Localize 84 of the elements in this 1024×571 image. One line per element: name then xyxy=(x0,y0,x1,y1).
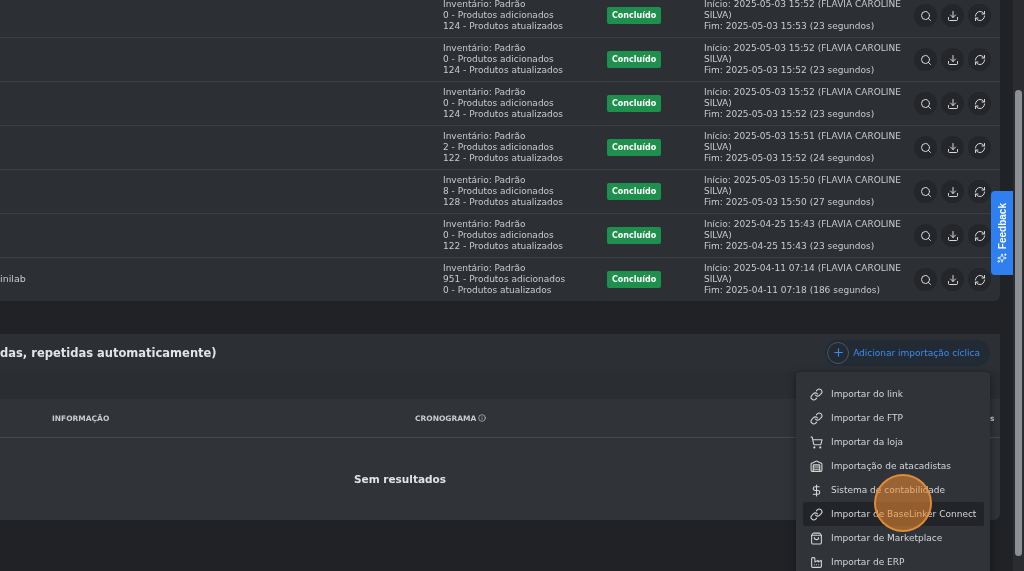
download-icon xyxy=(946,273,959,286)
refresh-icon xyxy=(973,185,986,198)
dollar-icon xyxy=(810,483,823,497)
table-cell-text: Inventário: Padrão 0 - Produtos adicionados 124 - Produtos atualizados xyxy=(443,0,564,33)
status-badge: Concluído xyxy=(607,138,662,157)
search-button[interactable] xyxy=(914,224,937,247)
refresh-button[interactable] xyxy=(968,92,991,115)
menu-item[interactable]: Importar da loja xyxy=(803,430,984,454)
table-cell-text: Início: 2025-04-11 07:14 (FLAVIA CAROLINE SILVA) Fim: 2025-04-11 07:18 (186 segundos) xyxy=(704,262,902,297)
download-button[interactable] xyxy=(941,4,964,27)
search-button[interactable] xyxy=(914,180,937,203)
menu-item[interactable]: Importar de ERP xyxy=(803,550,984,571)
refresh-button[interactable] xyxy=(968,224,991,247)
table-cell-text: Inventário: Padrão 0 - Produtos adicionados 124 - Produtos atualizados xyxy=(443,42,564,77)
download-button[interactable] xyxy=(941,180,964,203)
table-cell-text: Início: 2025-05-03 15:52 (FLAVIA CAROLINE SILVA) Fim: 2025-05-03 15:52 (23 segundos) xyxy=(704,86,902,121)
table-cell-text: Início: 2025-05-03 15:51 (FLAVIA CAROLINE SILVA) Fim: 2025-05-03 15:52 (24 segundos) xyxy=(704,130,902,165)
search-icon xyxy=(919,53,932,66)
download-button[interactable] xyxy=(941,136,964,159)
download-button[interactable] xyxy=(941,224,964,247)
link-icon xyxy=(810,387,823,401)
refresh-icon xyxy=(973,53,986,66)
search-icon xyxy=(919,185,932,198)
search-button[interactable] xyxy=(914,4,937,27)
warehouse-icon xyxy=(810,459,823,473)
table-cell-text: Início: 2025-05-03 15:52 (FLAVIA CAROLINE SILVA) Fim: 2025-05-03 15:52 (23 segundos) xyxy=(704,42,902,77)
search-icon xyxy=(919,273,932,286)
empty-message: Sem resultados xyxy=(354,473,446,485)
add-cyclic-import-button[interactable]: Adicionar importação cíclica xyxy=(825,339,990,366)
search-button[interactable] xyxy=(914,268,937,291)
status-badge: Concluído xyxy=(607,6,662,25)
table-cell-text: Inventário: Padrão 8 - Produtos adicionados 128 - Produtos atualizados xyxy=(443,174,564,209)
link-icon xyxy=(810,507,823,521)
table-cell: inilab xyxy=(0,273,26,285)
refresh-button[interactable] xyxy=(968,268,991,291)
download-icon xyxy=(946,185,959,198)
table-cell-text: Inventário: Padrão 0 - Produtos adicionados 122 - Produtos atualizados xyxy=(443,218,564,253)
cart-icon xyxy=(810,435,823,449)
search-icon xyxy=(919,9,932,22)
download-icon xyxy=(946,229,959,242)
status-badge: Concluído xyxy=(607,270,662,289)
download-icon xyxy=(946,141,959,154)
table-cell-text: Início: 2025-05-03 15:52 (FLAVIA CAROLINE SILVA) Fim: 2025-05-03 15:53 (23 segundos) xyxy=(704,0,902,33)
download-button[interactable] xyxy=(941,92,964,115)
refresh-icon xyxy=(973,273,986,286)
refresh-icon xyxy=(973,141,986,154)
sparkle-icon xyxy=(997,253,1007,264)
download-button[interactable] xyxy=(941,268,964,291)
search-icon xyxy=(919,141,932,154)
refresh-icon xyxy=(973,9,986,22)
refresh-button[interactable] xyxy=(968,180,991,203)
search-button[interactable] xyxy=(914,48,937,71)
table-cell-text: Início: 2025-04-25 15:43 (FLAVIA CAROLINE SILVA) Fim: 2025-04-25 15:43 (23 segundos) xyxy=(704,218,902,253)
refresh-button[interactable] xyxy=(968,136,991,159)
download-button[interactable] xyxy=(941,48,964,71)
download-icon xyxy=(946,53,959,66)
download-icon xyxy=(946,9,959,22)
download-icon xyxy=(946,97,959,110)
table-cell-text: Inventário: Padrão 951 - Produtos adicionados 0 - Produtos atualizados xyxy=(443,262,567,297)
panel-title: das, repetidas automaticamente) xyxy=(0,345,217,360)
bag-icon xyxy=(810,531,823,545)
search-button[interactable] xyxy=(914,136,937,159)
menu-item[interactable]: Importação de atacadistas xyxy=(803,454,984,478)
search-icon xyxy=(919,97,932,110)
table-cell-text: Inventário: Padrão 2 - Produtos adicionados 122 - Produtos atualizados xyxy=(443,130,564,165)
status-badge: Concluído xyxy=(607,182,662,201)
search-button[interactable] xyxy=(914,92,937,115)
status-badge: Concluído xyxy=(607,226,662,245)
refresh-icon xyxy=(973,97,986,110)
table-cell-text: Inventário: Padrão 0 - Produtos adicionados 124 - Produtos atualizados xyxy=(443,86,564,121)
scrollbar[interactable] xyxy=(1013,0,1024,571)
status-badge: Concluído xyxy=(607,94,662,113)
refresh-button[interactable] xyxy=(968,48,991,71)
feedback-tab[interactable]: Feedback xyxy=(991,191,1013,275)
link-icon xyxy=(810,411,823,425)
factory-icon xyxy=(810,555,823,569)
menu-item[interactable]: Importar do link xyxy=(803,382,984,406)
status-badge: Concluído xyxy=(607,50,662,69)
refresh-button[interactable] xyxy=(968,4,991,27)
menu-item[interactable]: Importar de FTP xyxy=(803,406,984,430)
refresh-icon xyxy=(973,229,986,242)
menu-item[interactable]: Importar de Marketplace xyxy=(803,526,984,550)
table-cell-text: Início: 2025-05-03 15:50 (FLAVIA CAROLINE SILVA) Fim: 2025-05-03 15:50 (27 segundos) xyxy=(704,174,902,209)
search-icon xyxy=(919,229,932,242)
